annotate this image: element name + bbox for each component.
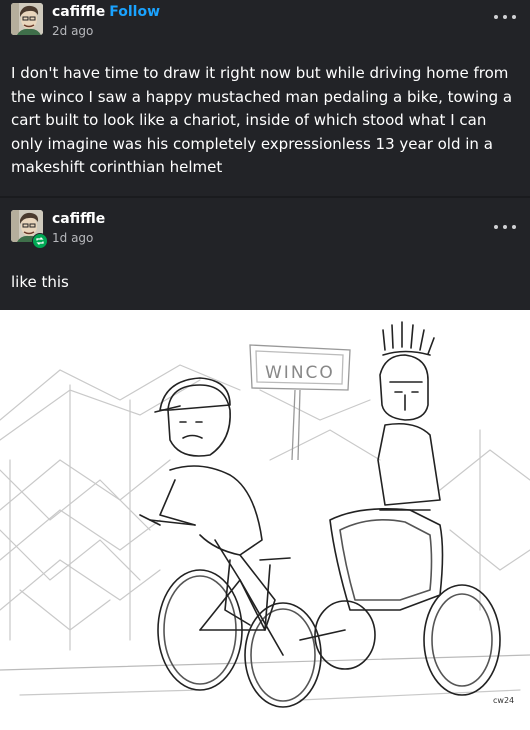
timestamp[interactable]: 1d ago <box>52 231 93 245</box>
artist-signature: cw24 <box>493 696 514 705</box>
sketch-image: WINCO cw24 <box>0 310 530 730</box>
avatar[interactable] <box>11 3 43 35</box>
username[interactable]: cafiffle Follow <box>52 4 160 20</box>
avatar-image <box>11 3 43 35</box>
sign-text: WINCO <box>265 363 335 383</box>
ellipsis-icon[interactable] <box>494 222 516 232</box>
follow-button[interactable]: Follow <box>109 4 160 20</box>
timestamp[interactable]: 2d ago <box>52 24 93 38</box>
post-reblog: cafiffle 1d ago like this <box>0 198 530 308</box>
post-body: I don't have time to draw it right now b… <box>11 64 513 176</box>
username[interactable]: cafiffle <box>52 211 105 227</box>
ellipsis-icon[interactable] <box>494 12 516 22</box>
reblog-icon <box>32 233 48 249</box>
post-original: cafiffle Follow 2d ago I don't have time … <box>0 0 530 196</box>
sketch-drawing: WINCO cw24 <box>0 321 530 708</box>
post-body: like this <box>11 273 69 291</box>
